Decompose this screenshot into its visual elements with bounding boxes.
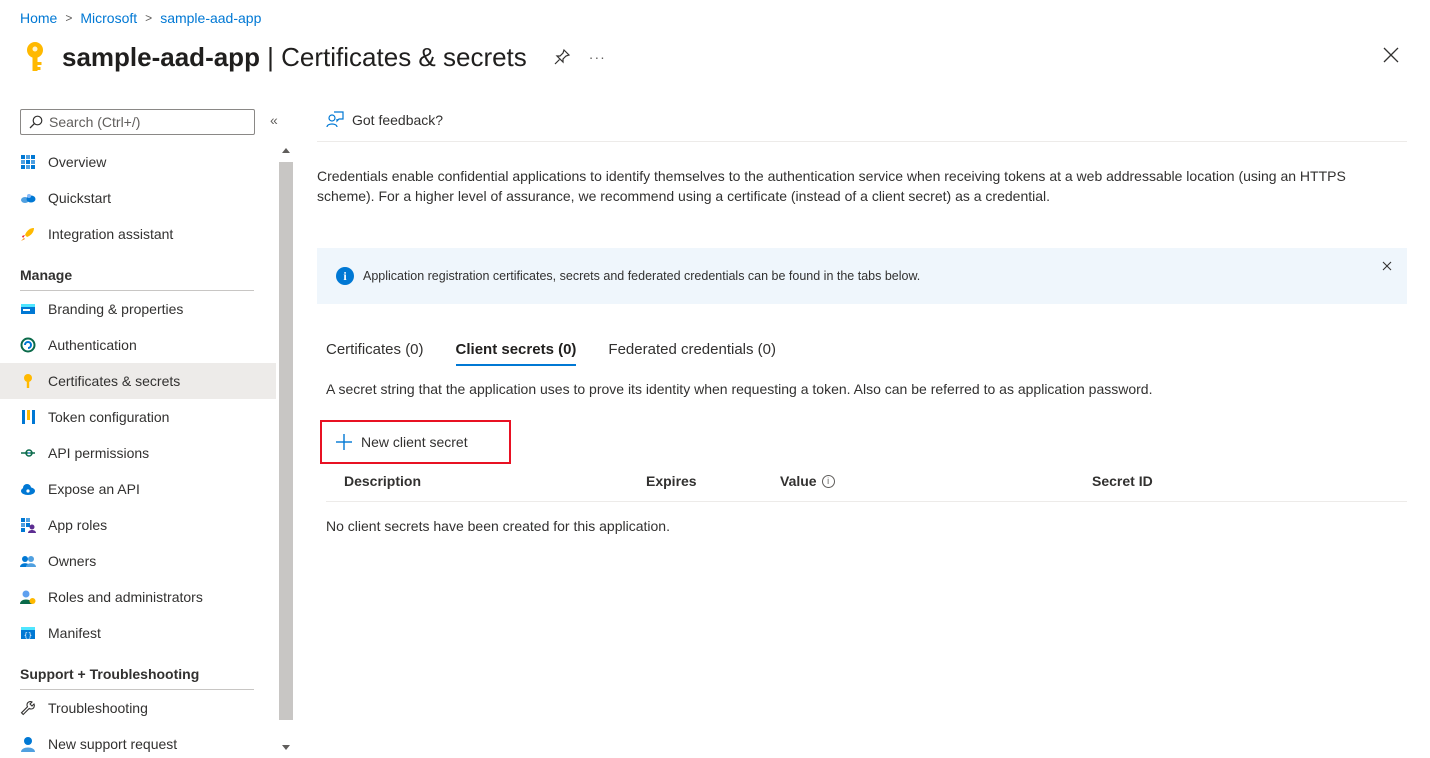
info-message-bar: i Application registration certificates,…	[317, 248, 1407, 304]
sidebar-item-label: Token configuration	[48, 409, 170, 425]
branding-icon	[20, 301, 36, 317]
breadcrumb: Home > Microsoft > sample-aad-app	[20, 10, 261, 26]
sidebar-item-label: Integration assistant	[48, 226, 174, 242]
sidebar-item-label: Branding & properties	[48, 301, 184, 317]
breadcrumb-app[interactable]: sample-aad-app	[160, 10, 261, 26]
page-title: sample-aad-app | Certificates & secrets …	[20, 40, 606, 74]
section-support: Support + Troubleshooting	[20, 666, 200, 682]
section-manage: Manage	[20, 267, 73, 283]
sidebar-item-label: Overview	[48, 154, 107, 170]
sidebar-item-authentication[interactable]: Authentication	[0, 327, 276, 363]
column-expires: Expires	[646, 473, 697, 489]
sidebar-item-branding[interactable]: Branding & properties	[0, 291, 276, 327]
wrench-icon	[20, 700, 36, 716]
sidebar-item-label: Expose an API	[48, 481, 140, 497]
sidebar-item-label: Authentication	[48, 337, 137, 353]
tab-certificates[interactable]: Certificates (0)	[326, 334, 424, 364]
column-value-label: Value	[780, 473, 817, 489]
cloud-icon	[20, 481, 36, 497]
scrollbar-thumb[interactable]	[279, 162, 293, 720]
sidebar-item-label: Manifest	[48, 625, 101, 641]
owners-icon	[20, 553, 36, 569]
authentication-icon	[20, 337, 36, 353]
info-icon[interactable]: i	[821, 474, 835, 488]
tab-client-secrets[interactable]: Client secrets (0)	[455, 334, 576, 366]
roles-icon	[20, 589, 36, 605]
sidebar-item-overview[interactable]: Overview	[0, 144, 276, 180]
search-box[interactable]	[20, 109, 255, 135]
empty-state-message: No client secrets have been created for …	[326, 518, 670, 534]
close-icon[interactable]	[1382, 46, 1400, 64]
new-client-secret-button[interactable]: New client secret	[320, 420, 511, 464]
sidebar-item-integration-assistant[interactable]: Integration assistant	[0, 216, 276, 252]
sidebar-item-api-permissions[interactable]: API permissions	[0, 435, 276, 471]
close-icon[interactable]	[1381, 260, 1393, 272]
sidebar-item-manifest[interactable]: {} Manifest	[0, 615, 276, 651]
breadcrumb-home[interactable]: Home	[20, 10, 57, 26]
secrets-table-header: Description Expires Value i Secret ID	[326, 466, 1407, 502]
sidebar-item-label: Roles and administrators	[48, 589, 203, 605]
got-feedback-button[interactable]: Got feedback?	[326, 111, 443, 129]
chevron-right-icon: >	[145, 11, 153, 25]
app-roles-icon	[20, 517, 36, 533]
app-name: sample-aad-app	[62, 41, 260, 72]
sidebar-item-label: Quickstart	[48, 190, 112, 206]
sidebar-item-quickstart[interactable]: Quickstart	[0, 180, 276, 216]
sidebar-item-owners[interactable]: Owners	[0, 543, 276, 579]
column-secret-id: Secret ID	[1092, 473, 1153, 489]
more-options-button[interactable]: ···	[589, 49, 606, 65]
sidebar-item-label: New support request	[48, 736, 178, 752]
scroll-down-icon[interactable]	[282, 745, 290, 750]
manifest-icon: {}	[20, 625, 36, 641]
rocket-icon	[20, 226, 36, 242]
scroll-up-icon[interactable]	[282, 148, 290, 153]
credentials-description: Credentials enable confidential applicat…	[317, 168, 1346, 204]
sidebar-item-expose-api[interactable]: Expose an API	[0, 471, 276, 507]
search-icon	[29, 115, 43, 129]
token-icon	[20, 409, 36, 425]
sidebar-item-token-configuration[interactable]: Token configuration	[0, 399, 276, 435]
support-icon	[20, 736, 36, 752]
column-description: Description	[344, 473, 422, 489]
collapse-sidebar-button[interactable]: «	[270, 112, 278, 128]
info-message-text: Application registration certificates, s…	[363, 269, 921, 283]
quickstart-icon	[20, 190, 36, 206]
sidebar-item-new-support-request[interactable]: New support request	[0, 726, 276, 758]
sidebar-item-certificates-secrets[interactable]: Certificates & secrets	[0, 363, 276, 399]
api-permissions-icon	[20, 445, 36, 461]
overview-icon	[20, 154, 36, 170]
sidebar-item-label: Owners	[48, 553, 97, 569]
svg-text:{}: {}	[24, 632, 32, 640]
plus-icon	[336, 434, 352, 450]
search-input[interactable]	[49, 114, 239, 130]
sidebar-item-roles-administrators[interactable]: Roles and administrators	[0, 579, 276, 615]
chevron-right-icon: >	[65, 11, 73, 25]
sidebar-item-label: App roles	[48, 517, 108, 533]
tab-federated-credentials[interactable]: Federated credentials (0)	[608, 334, 776, 364]
credentials-tabs: Certificates (0) Client secrets (0) Fede…	[326, 334, 808, 366]
sidebar-item-troubleshooting[interactable]: Troubleshooting	[0, 690, 276, 726]
divider	[317, 141, 1407, 142]
sidebar-nav: Overview Quickstart Integration assistan…	[0, 144, 276, 758]
sidebar-item-label: Troubleshooting	[48, 700, 148, 716]
page-name: | Certificates & secrets	[259, 41, 527, 72]
key-icon	[20, 373, 36, 389]
info-icon: i	[336, 267, 354, 285]
key-icon	[27, 42, 43, 71]
client-secrets-description: A secret string that the application use…	[326, 381, 1153, 397]
sidebar-item-app-roles[interactable]: App roles	[0, 507, 276, 543]
breadcrumb-microsoft[interactable]: Microsoft	[80, 10, 137, 26]
feedback-icon	[326, 111, 344, 128]
new-client-secret-label: New client secret	[361, 434, 468, 450]
column-value: Value i	[780, 473, 835, 489]
sidebar-item-label: API permissions	[48, 445, 150, 461]
sidebar-item-label: Certificates & secrets	[48, 373, 181, 389]
feedback-label: Got feedback?	[352, 112, 444, 128]
pin-icon[interactable]	[553, 48, 571, 66]
